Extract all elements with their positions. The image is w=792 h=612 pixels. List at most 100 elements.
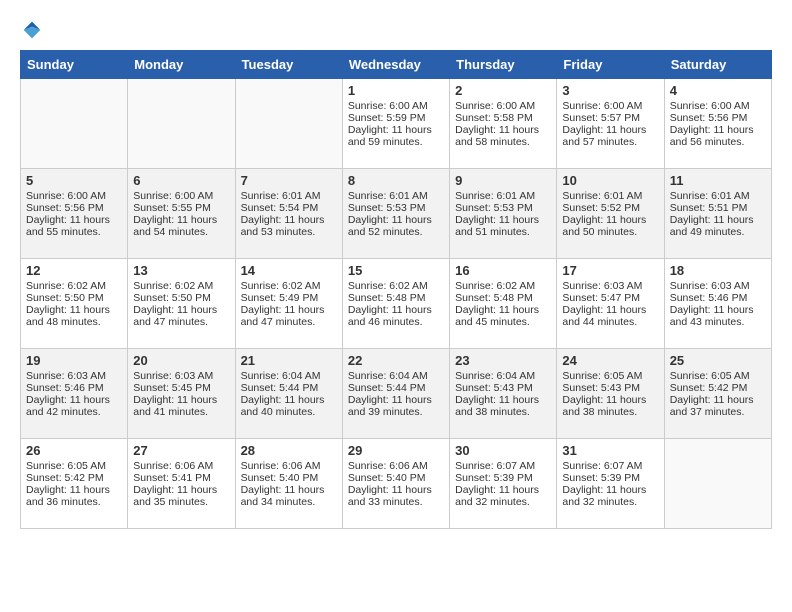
sunrise-text: Sunrise: 6:00 AM	[133, 190, 229, 202]
daylight-text: Daylight: 11 hours and 45 minutes.	[455, 304, 551, 328]
calendar-cell: 18Sunrise: 6:03 AMSunset: 5:46 PMDayligh…	[664, 259, 771, 349]
calendar-cell: 8 Sunrise: 6:01 AMSunset: 5:53 PMDaylight…	[342, 169, 449, 259]
sunrise-text: Sunrise: 6:01 AM	[241, 190, 337, 202]
sunrise-text: Sunrise: 6:02 AM	[133, 280, 229, 292]
sunset-text: Sunset: 5:48 PM	[348, 292, 444, 304]
sunset-text: Sunset: 5:50 PM	[26, 292, 122, 304]
sunrise-text: Sunrise: 6:01 AM	[455, 190, 551, 202]
day-number: 25	[670, 353, 766, 368]
sunset-text: Sunset: 5:40 PM	[348, 472, 444, 484]
day-number: 27	[133, 443, 229, 458]
weekday-header-friday: Friday	[557, 51, 664, 79]
daylight-text: Daylight: 11 hours and 46 minutes.	[348, 304, 444, 328]
daylight-text: Daylight: 11 hours and 49 minutes.	[670, 214, 766, 238]
calendar-cell: 5Sunrise: 6:00 AMSunset: 5:56 PMDaylight…	[21, 169, 128, 259]
sunrise-text: Sunrise: 6:07 AM	[455, 460, 551, 472]
calendar-week-row: 26Sunrise: 6:05 AMSunset: 5:42 PMDayligh…	[21, 439, 772, 529]
daylight-text: Daylight: 11 hours and 52 minutes.	[348, 214, 444, 238]
calendar-week-row: 12Sunrise: 6:02 AMSunset: 5:50 PMDayligh…	[21, 259, 772, 349]
calendar-cell: 11Sunrise: 6:01 AMSunset: 5:51 PMDayligh…	[664, 169, 771, 259]
day-number: 13	[133, 263, 229, 278]
weekday-header-monday: Monday	[128, 51, 235, 79]
sunrise-text: Sunrise: 6:01 AM	[348, 190, 444, 202]
calendar-week-row: 19Sunrise: 6:03 AMSunset: 5:46 PMDayligh…	[21, 349, 772, 439]
calendar-cell: 29Sunrise: 6:06 AMSunset: 5:40 PMDayligh…	[342, 439, 449, 529]
calendar-cell: 21Sunrise: 6:04 AMSunset: 5:44 PMDayligh…	[235, 349, 342, 439]
daylight-text: Daylight: 11 hours and 32 minutes.	[562, 484, 658, 508]
sunrise-text: Sunrise: 6:06 AM	[133, 460, 229, 472]
day-number: 28	[241, 443, 337, 458]
sunset-text: Sunset: 5:46 PM	[670, 292, 766, 304]
day-number: 5	[26, 173, 122, 188]
sunrise-text: Sunrise: 6:04 AM	[455, 370, 551, 382]
daylight-text: Daylight: 11 hours and 38 minutes.	[455, 394, 551, 418]
weekday-header-sunday: Sunday	[21, 51, 128, 79]
sunset-text: Sunset: 5:57 PM	[562, 112, 658, 124]
logo	[20, 20, 44, 40]
calendar-cell	[664, 439, 771, 529]
calendar-cell: 16Sunrise: 6:02 AMSunset: 5:48 PMDayligh…	[450, 259, 557, 349]
day-number: 12	[26, 263, 122, 278]
sunset-text: Sunset: 5:56 PM	[670, 112, 766, 124]
calendar-cell: 7Sunrise: 6:01 AMSunset: 5:54 PMDaylight…	[235, 169, 342, 259]
daylight-text: Daylight: 11 hours and 51 minutes.	[455, 214, 551, 238]
calendar-cell: 15 Sunrise: 6:02 AMSunset: 5:48 PMDayligh…	[342, 259, 449, 349]
day-number: 14	[241, 263, 337, 278]
day-number: 9	[455, 173, 551, 188]
calendar-cell: 9Sunrise: 6:01 AMSunset: 5:53 PMDaylight…	[450, 169, 557, 259]
calendar-week-row: 5Sunrise: 6:00 AMSunset: 5:56 PMDaylight…	[21, 169, 772, 259]
day-number: 15	[348, 263, 444, 278]
calendar-week-row: 1Sunrise: 6:00 AMSunset: 5:59 PMDaylight…	[21, 79, 772, 169]
day-number: 8	[348, 173, 444, 188]
sunrise-text: Sunrise: 6:05 AM	[26, 460, 122, 472]
calendar-cell: 19Sunrise: 6:03 AMSunset: 5:46 PMDayligh…	[21, 349, 128, 439]
daylight-text: Daylight: 11 hours and 48 minutes.	[26, 304, 122, 328]
calendar-cell: 12Sunrise: 6:02 AMSunset: 5:50 PMDayligh…	[21, 259, 128, 349]
sunset-text: Sunset: 5:59 PM	[348, 112, 444, 124]
calendar-cell: 25Sunrise: 6:05 AMSunset: 5:42 PMDayligh…	[664, 349, 771, 439]
sunrise-text: Sunrise: 6:00 AM	[348, 100, 444, 112]
sunset-text: Sunset: 5:53 PM	[348, 202, 444, 214]
sunset-text: Sunset: 5:55 PM	[133, 202, 229, 214]
sunset-text: Sunset: 5:52 PM	[562, 202, 658, 214]
sunset-text: Sunset: 5:40 PM	[241, 472, 337, 484]
sunset-text: Sunset: 5:43 PM	[455, 382, 551, 394]
calendar-cell: 27Sunrise: 6:06 AMSunset: 5:41 PMDayligh…	[128, 439, 235, 529]
daylight-text: Daylight: 11 hours and 59 minutes.	[348, 124, 444, 148]
calendar-cell: 23 Sunrise: 6:04 AMSunset: 5:43 PMDayligh…	[450, 349, 557, 439]
daylight-text: Daylight: 11 hours and 32 minutes.	[455, 484, 551, 508]
daylight-text: Daylight: 11 hours and 37 minutes.	[670, 394, 766, 418]
weekday-header-thursday: Thursday	[450, 51, 557, 79]
daylight-text: Daylight: 11 hours and 56 minutes.	[670, 124, 766, 148]
day-number: 31	[562, 443, 658, 458]
sunrise-text: Sunrise: 6:02 AM	[348, 280, 444, 292]
sunset-text: Sunset: 5:54 PM	[241, 202, 337, 214]
calendar-cell	[128, 79, 235, 169]
sunrise-text: Sunrise: 6:00 AM	[562, 100, 658, 112]
calendar-cell: 26Sunrise: 6:05 AMSunset: 5:42 PMDayligh…	[21, 439, 128, 529]
daylight-text: Daylight: 11 hours and 39 minutes.	[348, 394, 444, 418]
day-number: 23	[455, 353, 551, 368]
daylight-text: Daylight: 11 hours and 50 minutes.	[562, 214, 658, 238]
sunrise-text: Sunrise: 6:05 AM	[670, 370, 766, 382]
sunset-text: Sunset: 5:44 PM	[348, 382, 444, 394]
day-number: 22	[348, 353, 444, 368]
calendar-cell: 10Sunrise: 6:01 AMSunset: 5:52 PMDayligh…	[557, 169, 664, 259]
daylight-text: Daylight: 11 hours and 38 minutes.	[562, 394, 658, 418]
calendar-cell: 2Sunrise: 6:00 AMSunset: 5:58 PMDaylight…	[450, 79, 557, 169]
weekday-header-wednesday: Wednesday	[342, 51, 449, 79]
sunrise-text: Sunrise: 6:00 AM	[455, 100, 551, 112]
day-number: 26	[26, 443, 122, 458]
sunset-text: Sunset: 5:44 PM	[241, 382, 337, 394]
sunset-text: Sunset: 5:58 PM	[455, 112, 551, 124]
daylight-text: Daylight: 11 hours and 33 minutes.	[348, 484, 444, 508]
daylight-text: Daylight: 11 hours and 58 minutes.	[455, 124, 551, 148]
sunrise-text: Sunrise: 6:03 AM	[670, 280, 766, 292]
calendar-cell: 28Sunrise: 6:06 AMSunset: 5:40 PMDayligh…	[235, 439, 342, 529]
daylight-text: Daylight: 11 hours and 40 minutes.	[241, 394, 337, 418]
daylight-text: Daylight: 11 hours and 57 minutes.	[562, 124, 658, 148]
day-number: 11	[670, 173, 766, 188]
sunrise-text: Sunrise: 6:05 AM	[562, 370, 658, 382]
logo-icon	[22, 20, 42, 40]
calendar-table: SundayMondayTuesdayWednesdayThursdayFrid…	[20, 50, 772, 529]
